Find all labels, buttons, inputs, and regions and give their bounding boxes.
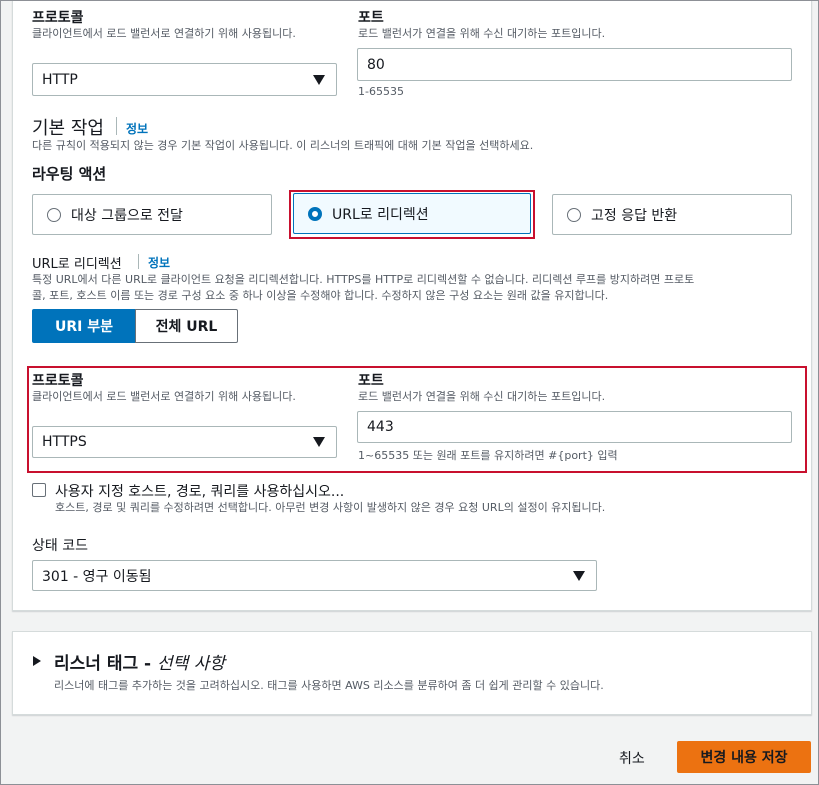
port-label: 포트 — [358, 10, 384, 26]
highlight-box — [27, 366, 807, 473]
port-input-value: 80 — [367, 56, 385, 73]
radio-fixed-response[interactable]: 고정 응답 반환 — [552, 194, 792, 235]
protocol-label: 프로토콜 — [32, 10, 84, 26]
radio-label: 고정 응답 반환 — [591, 207, 678, 224]
segment-uri-parts[interactable]: URI 부분 — [32, 309, 136, 343]
radio-button[interactable] — [47, 207, 61, 222]
highlight-box — [289, 190, 535, 239]
cancel-button[interactable]: 취소 — [619, 748, 645, 768]
redirect-title: URL로 리디렉션 — [32, 257, 122, 272]
protocol-select[interactable]: HTTP — [32, 63, 337, 96]
radio-button[interactable] — [567, 207, 581, 222]
listener-tags-title-text: 리스너 태그 - — [54, 654, 152, 674]
custom-host-path-query-label: 사용자 지정 호스트, 경로, 쿼리를 사용하십시오... — [55, 484, 345, 500]
redirect-info-link[interactable]: 정보 — [148, 254, 170, 271]
radio-label: 대상 그룹으로 전달 — [71, 207, 183, 224]
port-input[interactable]: 80 — [357, 48, 792, 81]
custom-host-path-query-checkbox[interactable] — [32, 483, 46, 497]
segment-full-url[interactable]: 전체 URL — [135, 309, 238, 343]
caret-right-icon[interactable] — [33, 656, 41, 666]
default-action-info-link[interactable]: 정보 — [126, 120, 148, 137]
status-code-label: 상태 코드 — [32, 538, 88, 554]
redirect-description-line-2: 콜, 포트, 호스트 이름 또는 경로 구성 요소 중 하나 이상을 수정해야 … — [32, 289, 609, 302]
caret-down-icon — [573, 570, 585, 581]
routing-action-label: 라우팅 액션 — [32, 165, 107, 183]
save-changes-button[interactable]: 변경 내용 저장 — [677, 741, 811, 773]
status-code-select-value: 301 - 영구 이동됨 — [42, 568, 152, 585]
default-action-description: 다른 규칙이 적용되지 않는 경우 기본 작업이 사용됩니다. 이 리스너의 트… — [32, 139, 534, 152]
divider — [138, 254, 139, 269]
port-hint: 1-65535 — [358, 85, 404, 98]
radio-forward-target-group[interactable]: 대상 그룹으로 전달 — [32, 194, 272, 235]
protocol-description: 클라이언트에서 로드 밸런서로 연결하기 위해 사용됩니다. — [32, 27, 296, 40]
caret-down-icon — [313, 74, 325, 85]
default-action-title: 기본 작업 — [32, 118, 104, 139]
listener-tags-description: 리스너에 태그를 추가하는 것을 고려하십시오. 태그를 사용하면 AWS 리소… — [54, 679, 604, 692]
divider — [116, 117, 117, 135]
custom-host-path-query-description: 호스트, 경로 및 쿼리를 수정하려면 선택합니다. 아무런 변경 사항이 발생… — [55, 501, 606, 514]
listener-tags-optional: 선택 사항 — [157, 654, 225, 674]
status-code-select[interactable]: 301 - 영구 이동됨 — [32, 560, 597, 591]
protocol-select-value: HTTP — [42, 71, 78, 88]
listener-tags-title[interactable]: 리스너 태그 - 선택 사항 — [54, 649, 225, 674]
redirect-description-line-1: 특정 URL에서 다른 URL로 클라이언트 요청을 리디렉션합니다. HTTP… — [32, 273, 695, 286]
port-description: 로드 밸런서가 연결을 위해 수신 대기하는 포트입니다. — [358, 27, 606, 40]
